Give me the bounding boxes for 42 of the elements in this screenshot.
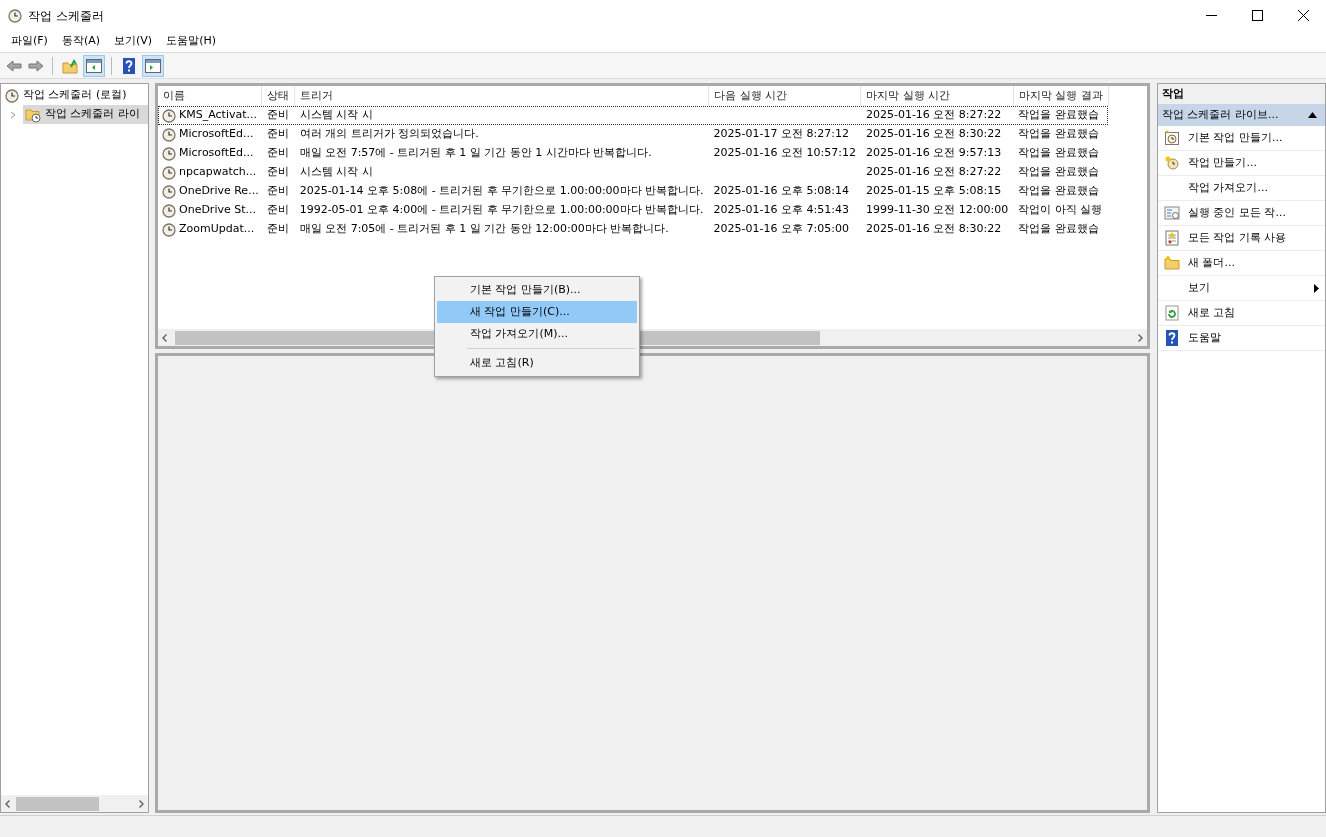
table-cell: 2025-01-17 오전 8:27:12 xyxy=(713,127,849,141)
table-cell: 준비 xyxy=(266,108,289,122)
table-cell: KMS_Activat... xyxy=(179,107,257,124)
table-cell: 시스템 시작 시 xyxy=(299,165,373,179)
table-cell: 2025-01-16 오전 8:27:22 xyxy=(865,108,1002,122)
table-cell: 작업을 완료했습 xyxy=(1018,165,1099,179)
table-cell: 매일 오전 7:57에 - 트리거된 후 1 일 기간 동안 1 시간마다 반복합니다. xyxy=(299,146,652,160)
table-cell: 준비 xyxy=(266,184,289,198)
table-cell: npcapwatch... xyxy=(179,164,257,181)
table-cell: 작업을 완료했습 xyxy=(1018,146,1099,160)
table-cell: 1999-11-30 오전 12:00:00 xyxy=(865,203,1009,217)
window-title: 작업 스케줄러 xyxy=(28,7,104,25)
table-cell: 준비 xyxy=(266,165,289,179)
table-cell: ZoomUpdat... xyxy=(179,221,255,238)
table-cell: 준비 xyxy=(266,222,289,236)
table-cell: MicrosoftEd... xyxy=(179,145,254,162)
table-cell: 2025-01-16 오후 5:08:14 xyxy=(713,184,849,198)
table-cell: 2025-01-14 오후 5:08에 - 트리거된 후 무기한으로 1.00:00:00마다 반복합니다. xyxy=(299,184,704,198)
table-cell: 2025-01-16 오전 8:30:22 xyxy=(865,127,1002,141)
table-cell: OneDrive St... xyxy=(179,202,256,219)
table-cell: 2025-01-16 오전 8:27:22 xyxy=(865,165,1002,179)
table-cell: OneDrive Re... xyxy=(179,183,259,200)
table-cell: 2025-01-16 오후 7:05:00 xyxy=(713,222,849,236)
actions-header: 작업 xyxy=(1158,84,1325,104)
table-cell: 준비 xyxy=(266,146,289,160)
table-cell: 시스템 시작 시 xyxy=(299,108,373,122)
table-cell: 2025-01-16 오전 10:57:12 xyxy=(713,146,856,160)
table-cell: 2025-01-16 오전 9:57:13 xyxy=(865,146,1002,160)
table-cell: 작업이 아직 실행 xyxy=(1018,203,1103,217)
table-cell: MicrosoftEd... xyxy=(179,126,254,143)
table-cell: 2025-01-15 오후 5:08:15 xyxy=(865,184,1002,198)
table-cell: 1992-05-01 오후 4:00에 - 트리거된 후 무기한으로 1.00:00:00마다 반복합니다. xyxy=(299,203,704,217)
table-cell: 작업을 완료했습 xyxy=(1018,127,1099,141)
table-cell: 준비 xyxy=(266,203,289,217)
table-cell: 2025-01-16 오후 4:51:43 xyxy=(713,203,849,217)
table-cell: 준비 xyxy=(266,127,289,141)
table-cell: 2025-01-16 오전 8:30:22 xyxy=(865,222,1002,236)
table-cell: 매일 오전 7:05에 - 트리거된 후 1 일 기간 동안 12:00:00마다 반복합니다. xyxy=(299,222,669,236)
table-cell: 작업을 완료했습 xyxy=(1018,222,1099,236)
table-cell: 작업을 완료했습 xyxy=(1018,184,1099,198)
table-cell: 작업을 완료했습 xyxy=(1018,108,1099,122)
table-cell: 여러 개의 트리거가 정의되었습니다. xyxy=(299,127,479,141)
